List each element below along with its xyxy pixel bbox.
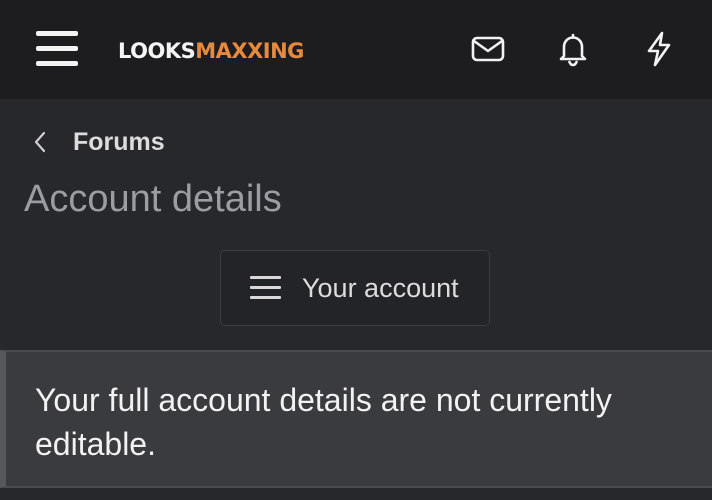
your-account-button[interactable]: Your account xyxy=(220,250,490,326)
menu-icon-line xyxy=(36,61,78,66)
breadcrumb[interactable]: Forums xyxy=(30,124,165,160)
logo-part-maxxing: MAXXING xyxy=(195,39,304,63)
breadcrumb-forums-link[interactable]: Forums xyxy=(73,128,165,157)
chevron-left-icon xyxy=(34,131,46,153)
menu-icon-line xyxy=(250,296,281,299)
bell-icon[interactable] xyxy=(554,30,592,68)
notice-text: Your full account details are not curren… xyxy=(35,382,612,462)
account-details-page: LOOKSMAXXING Forums Account details Your… xyxy=(0,0,712,500)
page-title: Account details xyxy=(24,178,282,220)
menu-icon xyxy=(250,275,282,301)
menu-icon-line xyxy=(250,276,281,279)
site-logo[interactable]: LOOKSMAXXING xyxy=(118,38,304,64)
menu-icon[interactable] xyxy=(36,30,80,68)
mail-icon[interactable] xyxy=(469,30,507,68)
top-header: LOOKSMAXXING xyxy=(0,0,712,99)
notice-block: Your full account details are not curren… xyxy=(0,350,712,488)
menu-icon-line xyxy=(250,286,281,289)
menu-icon-line xyxy=(36,31,78,36)
logo-part-looks: LOOKS xyxy=(118,39,196,63)
menu-icon-line xyxy=(36,46,78,51)
bolt-icon[interactable] xyxy=(640,30,678,68)
your-account-label: Your account xyxy=(302,272,459,303)
